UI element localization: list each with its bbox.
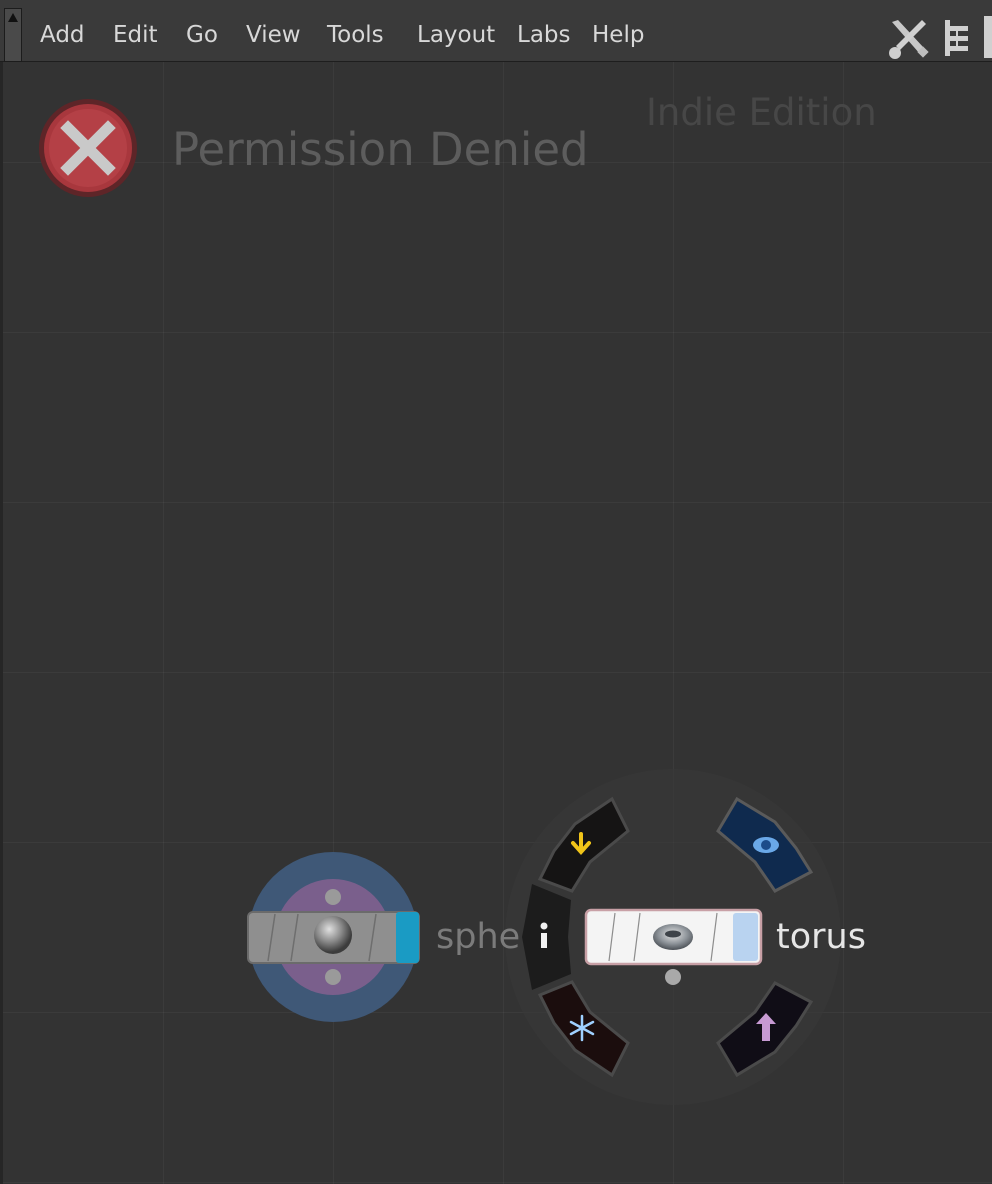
display-flag-icon xyxy=(753,837,779,853)
torus-icon xyxy=(653,924,693,950)
node-graph xyxy=(247,769,841,1105)
sphere-input-connector[interactable] xyxy=(325,889,341,905)
sphere-icon xyxy=(314,916,352,954)
sphere-output-connector[interactable] xyxy=(325,969,341,985)
sphere-display-flag[interactable] xyxy=(396,912,419,963)
sphere-node[interactable] xyxy=(247,852,420,1022)
sphere-node-label: sphere xyxy=(436,917,522,957)
torus-display-flag[interactable] xyxy=(733,913,758,961)
torus-node-label: torus xyxy=(776,917,866,957)
info-icon xyxy=(540,922,548,948)
torus-output-connector[interactable] xyxy=(665,969,681,985)
